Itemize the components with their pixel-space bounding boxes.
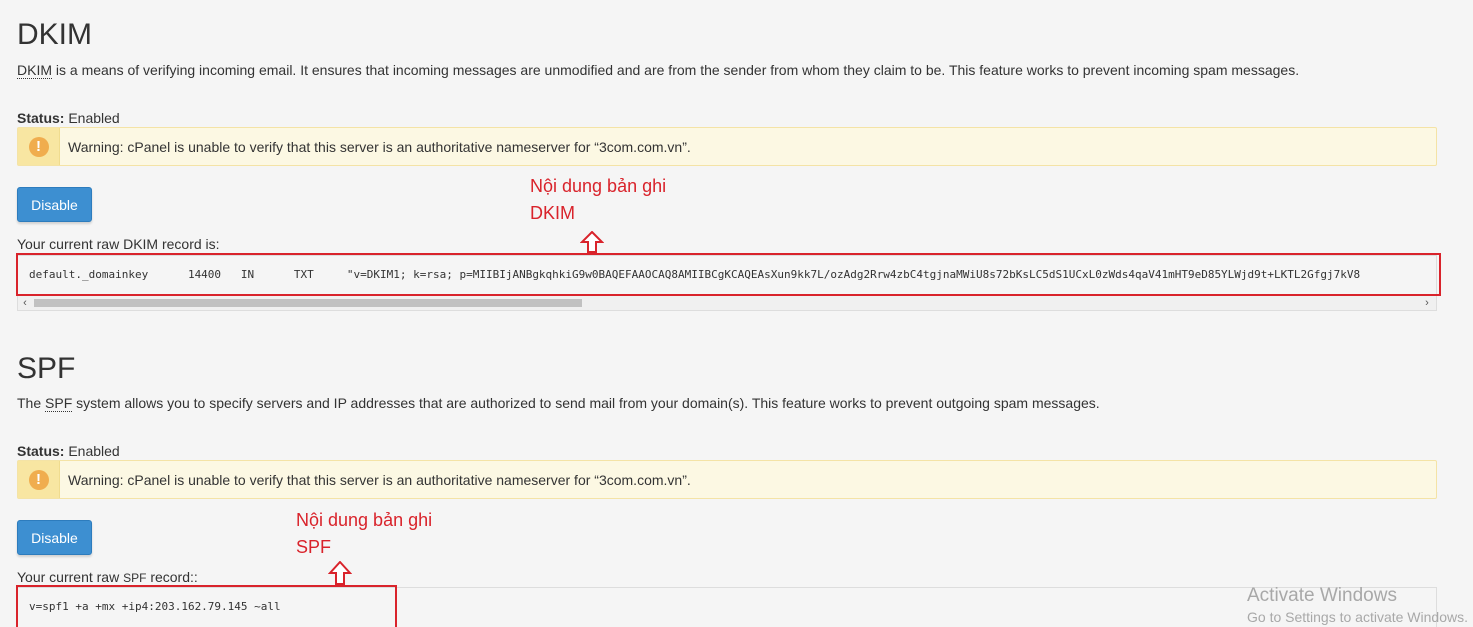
dkim-description: DKIM is a means of verifying incoming em…: [17, 62, 1300, 79]
scrollbar-thumb[interactable]: [34, 299, 582, 307]
dkim-section-title: DKIM: [17, 18, 92, 51]
dkim-description-text: is a means of verifying incoming email. …: [52, 62, 1300, 78]
dkim-disable-button[interactable]: Disable: [17, 187, 92, 222]
scroll-left-icon[interactable]: ‹: [18, 296, 32, 310]
spf-description: The SPF system allows you to specify ser…: [17, 395, 1100, 412]
spf-raw-label-prefix: Your current raw: [17, 569, 124, 585]
spf-warning-alert: ! Warning: cPanel is unable to verify th…: [17, 460, 1437, 499]
dkim-status-value: Enabled: [64, 110, 120, 126]
dkim-highlight-box: [16, 253, 1441, 296]
spf-warning-icon-box: !: [18, 461, 60, 498]
spf-abbr: SPF: [45, 395, 73, 412]
spf-raw-label: Your current raw SPF record::: [17, 569, 198, 586]
spf-disable-button[interactable]: Disable: [17, 520, 92, 555]
activate-windows-title: Activate Windows: [1247, 585, 1397, 606]
activate-windows-subtitle: Go to Settings to activate Windows.: [1247, 609, 1468, 625]
exclamation-icon: !: [28, 469, 49, 490]
dkim-abbr: DKIM: [17, 62, 52, 79]
spf-up-arrow-icon: [328, 561, 352, 585]
spf-description-prefix: The: [17, 395, 46, 411]
spf-status-label: Status:: [17, 443, 65, 459]
dkim-warning-icon-box: !: [18, 128, 60, 165]
dkim-horizontal-scrollbar[interactable]: ‹ ›: [18, 296, 1436, 310]
scroll-right-icon[interactable]: ›: [1420, 296, 1434, 310]
dkim-status-label: Status:: [17, 110, 65, 126]
exclamation-icon: !: [28, 136, 49, 157]
dkim-annotation: Nội dung bản ghi DKIM: [530, 173, 666, 227]
spf-raw-label-suffix: record::: [146, 569, 198, 585]
spf-annotation: Nội dung bản ghi SPF: [296, 507, 432, 561]
spf-warning-text: Warning: cPanel is unable to verify that…: [68, 471, 691, 488]
spf-annotation-line1: Nội dung bản ghi: [296, 510, 433, 530]
dkim-raw-label: Your current raw DKIM record is:: [17, 236, 220, 252]
dkim-annotation-line1: Nội dung bản ghi: [530, 176, 667, 196]
spf-section-title: SPF: [17, 352, 76, 385]
dkim-status: Status: Enabled: [17, 110, 120, 126]
spf-status: Status: Enabled: [17, 443, 120, 459]
dkim-warning-text: Warning: cPanel is unable to verify that…: [68, 138, 691, 155]
spf-highlight-box: [16, 585, 397, 627]
spf-description-text: system allows you to specify servers and…: [72, 395, 1100, 411]
dkim-warning-alert: ! Warning: cPanel is unable to verify th…: [17, 127, 1437, 166]
dkim-annotation-line2: DKIM: [530, 203, 575, 223]
dkim-up-arrow-icon: [580, 231, 604, 253]
spf-raw-abbr: SPF: [123, 571, 147, 586]
spf-status-value: Enabled: [64, 443, 120, 459]
spf-annotation-line2: SPF: [296, 537, 332, 557]
